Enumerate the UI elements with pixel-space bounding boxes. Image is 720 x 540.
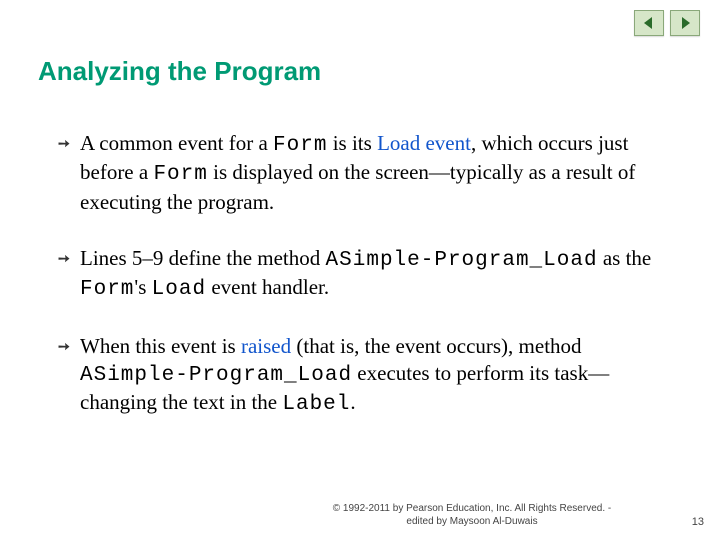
text-run: A common event for a xyxy=(80,131,273,155)
bullet-icon: ➙ xyxy=(58,130,80,156)
code-run: Form xyxy=(153,163,207,186)
text-run: . xyxy=(350,390,355,414)
bullet-text: Lines 5–9 define the method ASimple-Prog… xyxy=(80,245,664,304)
text-run: is its xyxy=(327,131,377,155)
code-run: Form xyxy=(273,134,327,157)
bullet-text: A common event for a Form is its Load ev… xyxy=(80,130,664,215)
code-run: ASimple-Program_Load xyxy=(326,249,598,272)
text-run: (that is, the event occurs), method xyxy=(291,334,581,358)
code-run: Form xyxy=(80,278,134,301)
bullet-list: ➙ A common event for a Form is its Load … xyxy=(58,130,664,448)
list-item: ➙ When this event is raised (that is, th… xyxy=(58,333,664,418)
code-run: Load xyxy=(152,278,206,301)
code-run: Label xyxy=(282,393,350,416)
text-run: Lines 5–9 define the method xyxy=(80,246,326,270)
text-run: as the xyxy=(598,246,652,270)
editor-line: edited by Maysoon Al-Duwais xyxy=(280,515,664,528)
next-button[interactable] xyxy=(670,10,700,36)
footer: © 1992-2011 by Pearson Education, Inc. A… xyxy=(280,502,664,528)
bullet-icon: ➙ xyxy=(58,333,80,359)
link-text: raised xyxy=(241,334,291,358)
copyright-line: © 1992-2011 by Pearson Education, Inc. A… xyxy=(280,502,664,515)
triangle-right-icon xyxy=(678,16,692,30)
prev-button[interactable] xyxy=(634,10,664,36)
triangle-left-icon xyxy=(642,16,656,30)
slide: Analyzing the Program ➙ A common event f… xyxy=(0,0,720,540)
text-run: When this event is xyxy=(80,334,241,358)
bullet-text: When this event is raised (that is, the … xyxy=(80,333,664,418)
code-run: ASimple-Program_Load xyxy=(80,364,352,387)
text-run: 's xyxy=(134,275,151,299)
link-text: Load event xyxy=(377,131,471,155)
list-item: ➙ A common event for a Form is its Load … xyxy=(58,130,664,215)
text-run: event handler. xyxy=(206,275,329,299)
bullet-icon: ➙ xyxy=(58,245,80,271)
list-item: ➙ Lines 5–9 define the method ASimple-Pr… xyxy=(58,245,664,304)
page-number: 13 xyxy=(692,516,704,528)
slide-title: Analyzing the Program xyxy=(38,56,321,87)
nav-controls xyxy=(634,10,700,36)
